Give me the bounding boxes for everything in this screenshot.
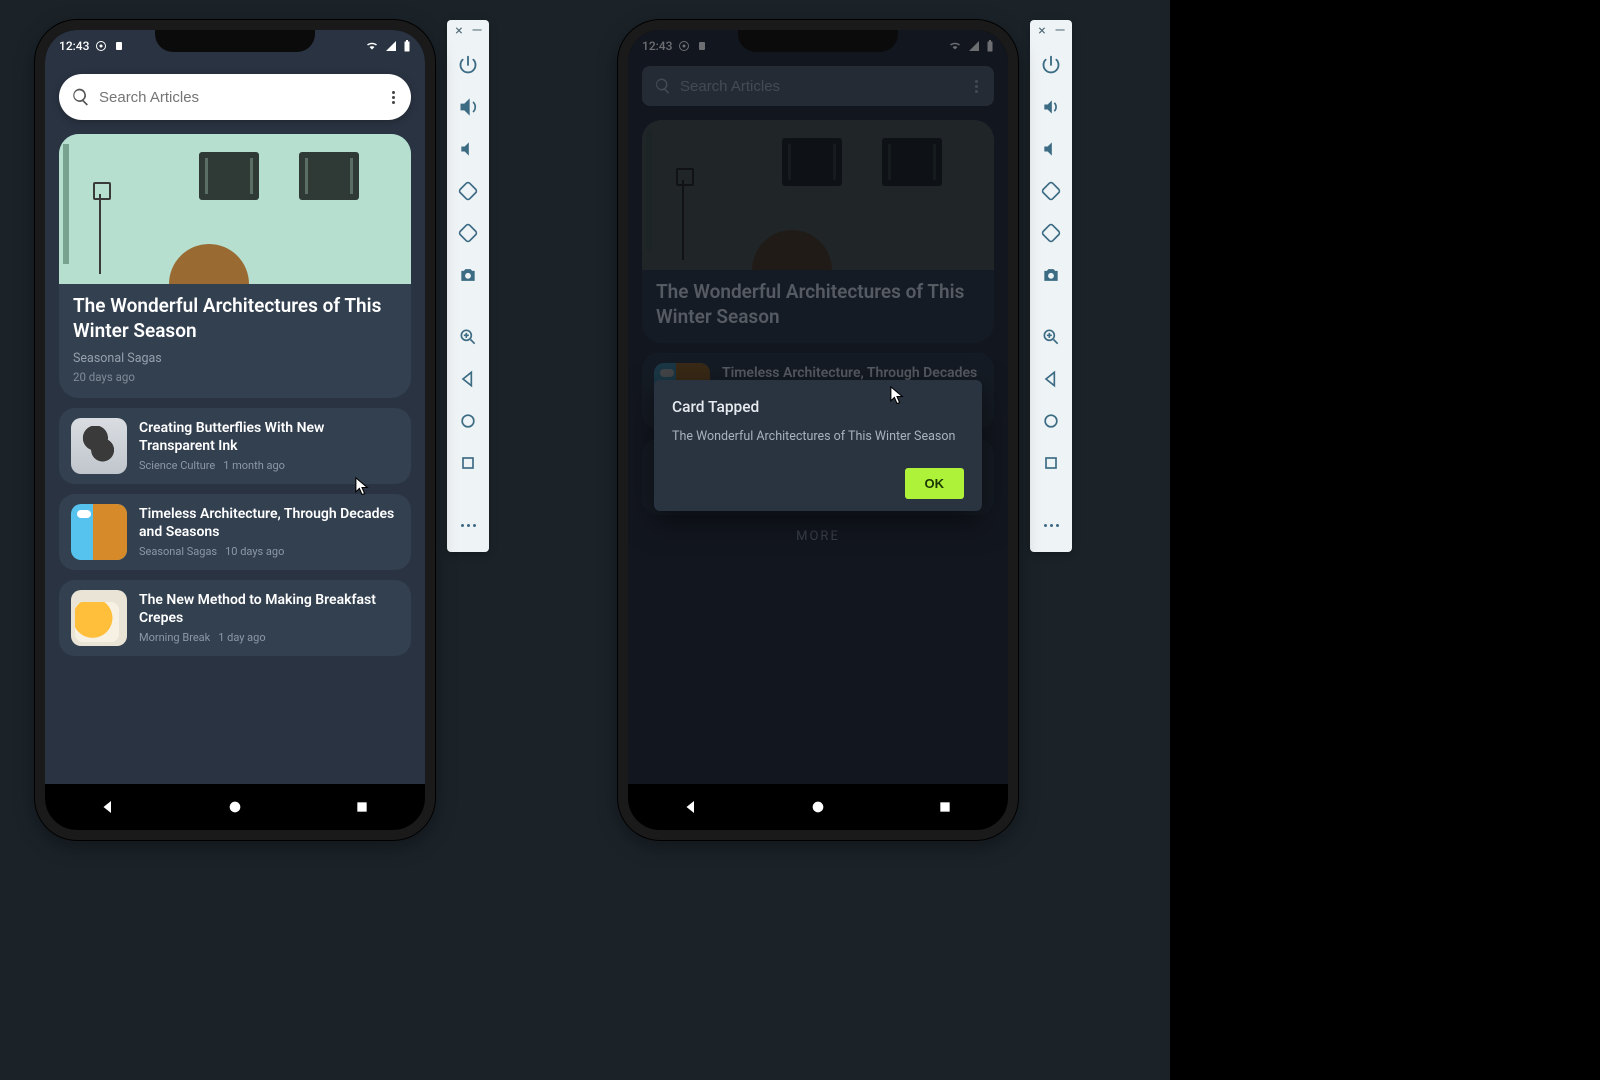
minimize-icon[interactable]: — xyxy=(1055,26,1065,36)
volume-up-icon[interactable] xyxy=(1034,86,1068,128)
card-age: 1 month ago xyxy=(223,459,285,472)
rotate-right-icon[interactable] xyxy=(451,212,485,254)
debug-icon xyxy=(95,40,107,52)
article-card[interactable]: Creating Butterflies With New Transparen… xyxy=(59,408,411,484)
article-card[interactable]: Timeless Architecture, Through Decades a… xyxy=(59,494,411,570)
rotate-left-icon[interactable] xyxy=(451,170,485,212)
nav-back-icon[interactable] xyxy=(97,796,119,818)
volume-down-icon[interactable] xyxy=(1034,128,1068,170)
hero-image xyxy=(59,134,411,284)
screenshot-icon[interactable] xyxy=(1034,254,1068,296)
overflow-icon[interactable] xyxy=(388,87,399,108)
cursor-icon xyxy=(355,477,369,497)
nav-back-icon[interactable] xyxy=(680,796,702,818)
nav-bar xyxy=(628,784,1008,830)
power-icon[interactable] xyxy=(451,44,485,86)
search-input[interactable] xyxy=(99,89,388,106)
card-age: 1 day ago xyxy=(218,631,265,644)
status-time: 12:43 xyxy=(59,39,89,53)
card-title: The New Method to Making Breakfast Crepe… xyxy=(139,592,399,627)
phone-frame: 12:43 xyxy=(35,20,435,840)
wifi-icon xyxy=(365,40,379,52)
rotate-left-icon[interactable] xyxy=(1034,170,1068,212)
dialog: Card Tapped The Wonderful Architectures … xyxy=(654,380,982,511)
card-age: 10 days ago xyxy=(225,545,284,558)
rotate-right-icon[interactable] xyxy=(1034,212,1068,254)
hero-title: The Wonderful Architectures of This Wint… xyxy=(73,294,397,343)
minimize-icon[interactable]: — xyxy=(472,26,482,36)
phone-screen: 12:43 xyxy=(45,30,425,830)
power-icon[interactable] xyxy=(1034,44,1068,86)
search-icon xyxy=(71,87,91,107)
nav-bar xyxy=(45,784,425,830)
sim-icon xyxy=(113,40,125,52)
card-thumbnail xyxy=(71,590,127,646)
screenshot-icon[interactable] xyxy=(451,254,485,296)
dialog-ok-button[interactable]: OK xyxy=(905,468,965,499)
nav-home-icon[interactable] xyxy=(807,796,829,818)
card-title: Creating Butterflies With New Transparen… xyxy=(139,420,399,455)
more-icon[interactable] xyxy=(451,504,485,546)
emulator-toolbar: ×— xyxy=(447,20,489,552)
back-icon[interactable] xyxy=(451,358,485,400)
nav-recent-icon[interactable] xyxy=(351,796,373,818)
more-icon[interactable] xyxy=(1034,504,1068,546)
card-source: Seasonal Sagas xyxy=(139,545,217,558)
hero-source: Seasonal Sagas xyxy=(73,351,397,366)
signal-icon xyxy=(385,40,397,52)
dialog-title: Card Tapped xyxy=(672,398,964,416)
close-icon[interactable]: × xyxy=(1037,26,1047,36)
home-icon[interactable] xyxy=(1034,400,1068,442)
emulator-toolbar: ×— xyxy=(1030,20,1072,552)
search-bar[interactable] xyxy=(59,74,411,120)
dialog-message: The Wonderful Architectures of This Wint… xyxy=(672,428,964,446)
zoom-icon[interactable] xyxy=(451,316,485,358)
card-source: Science Culture xyxy=(139,459,215,472)
emulator-left: 12:43 xyxy=(35,20,489,840)
phone-screen: 12:43 xyxy=(628,30,1008,830)
card-thumbnail xyxy=(71,504,127,560)
back-icon[interactable] xyxy=(1034,358,1068,400)
zoom-icon[interactable] xyxy=(1034,316,1068,358)
nav-recent-icon[interactable] xyxy=(934,796,956,818)
card-thumbnail xyxy=(71,418,127,474)
article-card[interactable]: The New Method to Making Breakfast Crepe… xyxy=(59,580,411,656)
volume-up-icon[interactable] xyxy=(451,86,485,128)
close-icon[interactable]: × xyxy=(454,26,464,36)
phone-frame: 12:43 xyxy=(618,20,1018,840)
card-title: Timeless Architecture, Through Decades a… xyxy=(139,506,399,541)
hero-card[interactable]: The Wonderful Architectures of This Wint… xyxy=(59,134,411,398)
home-icon[interactable] xyxy=(451,400,485,442)
overview-icon[interactable] xyxy=(451,442,485,484)
nav-home-icon[interactable] xyxy=(224,796,246,818)
volume-down-icon[interactable] xyxy=(451,128,485,170)
overview-icon[interactable] xyxy=(1034,442,1068,484)
battery-icon xyxy=(403,40,411,52)
cursor-icon xyxy=(890,386,904,406)
emulator-right: 12:43 xyxy=(618,20,1072,840)
card-source: Morning Break xyxy=(139,631,210,644)
hero-age: 20 days ago xyxy=(73,370,397,384)
